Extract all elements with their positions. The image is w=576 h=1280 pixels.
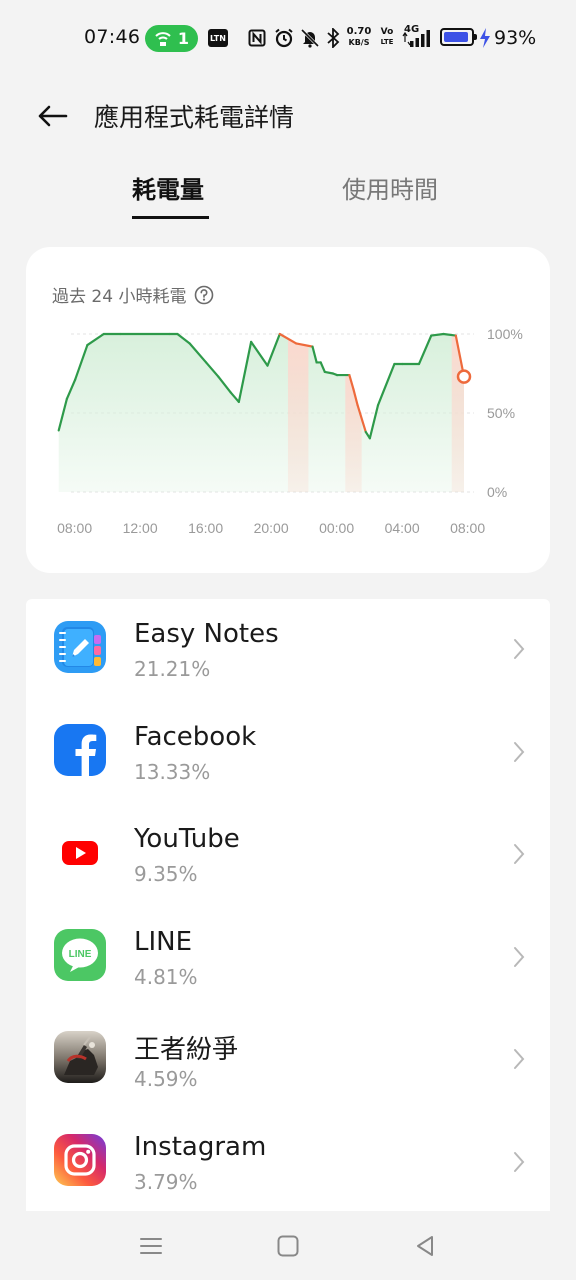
system-nav-bar	[0, 1212, 576, 1280]
back-arrow-icon	[38, 105, 68, 127]
x-tick-label: 04:00	[385, 520, 420, 536]
volte-bottom: LTE	[380, 38, 394, 46]
app-percent: 3.79%	[134, 1169, 198, 1194]
app-row-easy-notes[interactable]: Easy Notes 21.21%	[26, 599, 550, 702]
app-name: Instagram	[134, 1131, 267, 1162]
battery-percent: 93%	[494, 27, 537, 49]
instagram-icon	[54, 1133, 106, 1186]
x-tick-label: 20:00	[254, 520, 289, 536]
mute-icon	[300, 28, 320, 48]
usage-line-segment	[323, 370, 335, 375]
x-tick-label: 12:00	[123, 520, 158, 536]
app-name: YouTube	[134, 824, 240, 854]
chevron-right-icon	[514, 1151, 525, 1172]
active-tab-indicator	[132, 216, 209, 219]
app-bar: 應用程式耗電詳情	[0, 86, 576, 146]
app-percent: 13.33%	[134, 759, 211, 784]
charging-band	[451, 335, 464, 492]
hotspot-count: 1	[177, 29, 190, 48]
app-name: 王者紛爭	[134, 1035, 239, 1065]
page-title: 應用程式耗電詳情	[94, 103, 295, 132]
usage-line-segment	[442, 332, 457, 337]
chart-title-row: 過去 24 小時耗電	[52, 282, 214, 307]
current-level-point	[456, 369, 472, 384]
chevron-right-icon	[514, 639, 525, 659]
app-row-youtube[interactable]: YouTube 9.35%	[26, 804, 550, 907]
volte-top: Vo	[380, 27, 394, 37]
home-icon[interactable]	[274, 1232, 302, 1260]
help-icon[interactable]	[194, 285, 214, 305]
status-time: 07:46	[84, 26, 141, 48]
x-tick-label: 00:00	[319, 520, 354, 536]
app-usage-list: Easy Notes 21.21% Facebook 13.33% YouTub…	[26, 599, 550, 1211]
chevron-right-icon	[514, 741, 525, 762]
app-name: LINE	[134, 926, 193, 957]
y-tick-label: 0%	[487, 484, 507, 500]
easy-notes-icon	[54, 621, 106, 673]
app-row-facebook[interactable]: Facebook 13.33%	[26, 702, 550, 805]
app-name: Easy Notes	[134, 619, 279, 649]
app-row-line[interactable]: LINE LINE 4.81%	[26, 907, 550, 1010]
chevron-right-icon	[514, 844, 525, 864]
menu-icon[interactable]	[137, 1232, 165, 1260]
status-bar: 07:46 1 LTN 0.70 KB/S Vo LTE 4G 93%	[0, 0, 576, 76]
app-percent: 4.81%	[134, 964, 198, 989]
x-tick-label: 08:00	[57, 520, 92, 536]
charging-band	[287, 338, 309, 492]
network-speed-value: 0.70	[346, 26, 372, 37]
tab-bar: 耗電量 使用時間	[0, 160, 576, 222]
line-icon: LINE	[54, 928, 106, 981]
battery-chart-card: 100% 50% 0% 08:00 12:00 16:00 20:00 00:00 04:00 0…	[26, 247, 550, 573]
app-row-game[interactable]: 王者紛爭 4.59%	[26, 1009, 550, 1112]
y-tick-label: 100%	[487, 326, 523, 342]
hotspot-icon	[155, 31, 171, 46]
usage-line-segment	[430, 332, 445, 337]
battery-fill	[444, 32, 469, 42]
youtube-icon	[54, 826, 106, 878]
network-speed-unit: KB/S	[348, 38, 370, 47]
tab-usage-time[interactable]: 使用時間	[342, 170, 438, 205]
nfc-icon	[248, 29, 266, 47]
back-button[interactable]	[30, 96, 74, 136]
signal-icon	[402, 30, 430, 47]
app-percent: 4.59%	[134, 1067, 198, 1091]
game-icon	[54, 1031, 106, 1083]
volte-indicator: Vo LTE	[380, 27, 394, 47]
chevron-right-icon	[514, 1049, 525, 1069]
line-icon-label: LINE	[69, 949, 92, 960]
alarm-icon	[275, 28, 293, 48]
chevron-right-icon	[514, 946, 525, 967]
chart-title: 過去 24 小時耗電	[52, 287, 187, 307]
battery-icon	[440, 28, 477, 46]
app-row-instagram[interactable]: Instagram 3.79%	[26, 1112, 550, 1212]
app-percent: 21.21%	[134, 657, 211, 681]
ltn-app-icon: LTN	[208, 29, 228, 47]
hotspot-indicator: 1	[145, 25, 198, 52]
network-speed: 0.70 KB/S	[344, 26, 374, 48]
app-name: Facebook	[134, 721, 257, 752]
bluetooth-icon	[327, 28, 340, 48]
tab-battery-usage[interactable]: 耗電量	[132, 170, 204, 205]
facebook-icon	[54, 723, 106, 776]
x-tick-label: 16:00	[188, 520, 223, 536]
app-percent: 9.35%	[134, 862, 198, 886]
charging-bolt-icon	[480, 28, 490, 48]
back-nav-icon[interactable]	[411, 1232, 439, 1260]
x-tick-label: 08:00	[450, 520, 485, 536]
y-tick-label: 50%	[487, 405, 515, 421]
